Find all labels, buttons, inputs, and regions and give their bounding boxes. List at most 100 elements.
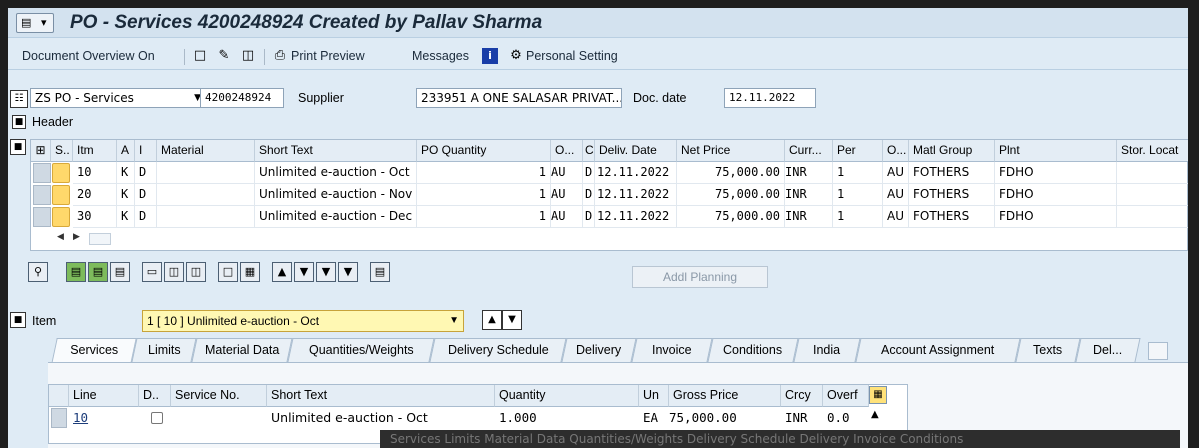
col-header-currency[interactable]: Crcy [781,385,823,407]
cell-c[interactable]: D [583,162,595,184]
col-header-a[interactable]: A [117,140,135,162]
unlock-icon[interactable]: ◫ [186,262,206,282]
supplier-field[interactable]: 233951 A ONE SALASAR PRIVAT... [416,88,622,108]
row-selector[interactable] [33,185,51,205]
cell-material[interactable] [157,206,255,228]
cell-currency[interactable]: INR [785,206,833,228]
next-item-button[interactable]: ▼ [502,310,522,330]
col-header-matl-group[interactable]: Matl Group [909,140,995,162]
filter-set-icon[interactable]: ▼ [316,262,336,282]
cell-item[interactable]: 10 [73,162,117,184]
tab-quantities-weights[interactable]: Quantities/Weights [287,338,435,362]
tab-india[interactable]: India [793,338,861,362]
tab-services[interactable]: Services [51,338,137,364]
select-block-icon[interactable]: ▤ [88,262,108,282]
cell-plant[interactable]: FDHO [995,162,1117,184]
select-all-icon[interactable]: ⊞ [31,140,51,162]
col-header-order-price-unit[interactable]: O... [883,140,909,162]
cell-a[interactable]: K [117,162,135,184]
doc-date-field[interactable]: 12.11.2022 [724,88,816,108]
cell-matl-group[interactable]: FOTHERS [909,162,995,184]
cell-gross-price[interactable]: 75,000.00 [665,407,737,429]
previous-item-button[interactable]: ▲ [482,310,502,330]
row-selector[interactable] [33,163,51,183]
select-column-header[interactable] [49,385,69,407]
cell-short-text[interactable]: Unlimited e-auction - Dec [255,206,417,228]
column-config-icon[interactable]: ▦ [869,386,887,404]
cell-c[interactable]: D [583,184,595,206]
col-header-po-quantity[interactable]: PO Quantity [417,140,551,162]
scroll-up-icon[interactable]: ▲ [871,409,879,420]
cell-material[interactable] [157,162,255,184]
cell-currency[interactable]: INR [785,162,833,184]
cell-quantity[interactable]: 1.000 [495,407,537,429]
details-icon[interactable]: ⚲ [28,262,48,282]
cell-order-price-unit[interactable]: AU [883,184,909,206]
tab-account-assignment[interactable]: Account Assignment [855,338,1021,362]
col-header-item[interactable]: Itm [73,140,117,162]
col-header-net-price[interactable]: Net Price [677,140,785,162]
cell-order-unit[interactable]: AU [551,162,583,184]
col-header-plant[interactable]: Plnt [995,140,1117,162]
cell-a[interactable]: K [117,206,135,228]
tab-del[interactable]: Del... [1075,338,1141,362]
table-row[interactable]: 10 Unlimited e-auction - Oct 1.000 EA 75… [49,407,907,429]
cell-currency[interactable]: INR [781,407,808,429]
row-selector[interactable] [33,207,51,227]
cell-overfulfilment[interactable]: 0.0 [823,407,850,429]
cell-order-price-unit[interactable]: AU [883,206,909,228]
filter-icon[interactable]: ▼ [294,262,314,282]
cell-per[interactable]: 1 [833,162,883,184]
document-overview-button[interactable]: Document Overview On [22,49,155,63]
col-header-status[interactable]: S.. [51,140,73,162]
cell-po-quantity[interactable]: 1 [417,162,551,184]
col-header-gross-price[interactable]: Gross Price [669,385,781,407]
col-header-c[interactable]: C [583,140,595,162]
col-header-service-no[interactable]: Service No. [171,385,267,407]
cell-item[interactable]: 30 [73,206,117,228]
table-row[interactable]: 20 K D Unlimited e-auction - Nov 1 AU D … [31,184,1188,206]
po-number-field[interactable]: 4200248924 [200,88,284,108]
header-expand-icon[interactable]: ■ [12,115,26,129]
po-type-select[interactable]: ZS PO - Services ▼ [30,88,206,108]
item-select[interactable]: 1 [ 10 ] Unlimited e-auction - Oct ▼ [142,310,464,332]
col-header-stor-loc[interactable]: Stor. Locat [1117,140,1188,162]
edit-icon[interactable]: ✎ [216,48,232,64]
col-header-overfulfilment[interactable]: Overf [823,385,869,407]
col-header-i[interactable]: I [135,140,157,162]
cell-per[interactable]: 1 [833,184,883,206]
cell-net-price[interactable]: 75,000.00 [677,162,785,184]
cell-order-unit[interactable]: AU [551,184,583,206]
menu-icon[interactable]: ▤ ▾ [16,13,54,33]
cell-matl-group[interactable]: FOTHERS [909,184,995,206]
col-header-short-text[interactable]: Short Text [255,140,417,162]
col-header-line[interactable]: Line [69,385,139,407]
tab-delivery[interactable]: Delivery [561,338,637,362]
addl-planning-button[interactable]: Addl Planning [632,266,768,288]
cell-net-price[interactable]: 75,000.00 [677,184,785,206]
scroll-thumb[interactable] [89,233,111,245]
cell-i[interactable]: D [135,184,157,206]
info-icon[interactable]: i [482,48,498,64]
cell-per[interactable]: 1 [833,206,883,228]
col-header-per[interactable]: Per [833,140,883,162]
calendar-icon[interactable]: ▦ [240,262,260,282]
cell-short-text[interactable]: Unlimited e-auction - Nov [255,184,417,206]
print-preview-button[interactable]: Print Preview [291,49,365,63]
cell-matl-group[interactable]: FOTHERS [909,206,995,228]
item-overview-collapse-icon[interactable]: ■ [10,139,26,155]
select-all-icon[interactable]: ▤ [66,262,86,282]
deleted-checkbox[interactable] [151,412,163,424]
col-header-deliv-date[interactable]: Deliv. Date [595,140,677,162]
cell-c[interactable]: D [583,206,595,228]
messages-button[interactable]: Messages [412,49,469,63]
cell-currency[interactable]: INR [785,184,833,206]
col-header-deleted[interactable]: D.. [139,385,171,407]
export-icon[interactable]: ▤ [370,262,390,282]
cell-po-quantity[interactable]: 1 [417,206,551,228]
personal-setting-button[interactable]: Personal Setting [526,49,618,63]
new-document-icon[interactable]: □ [192,48,208,64]
deselect-all-icon[interactable]: ▤ [110,262,130,282]
cell-order-price-unit[interactable]: AU [883,162,909,184]
cell-material[interactable] [157,184,255,206]
